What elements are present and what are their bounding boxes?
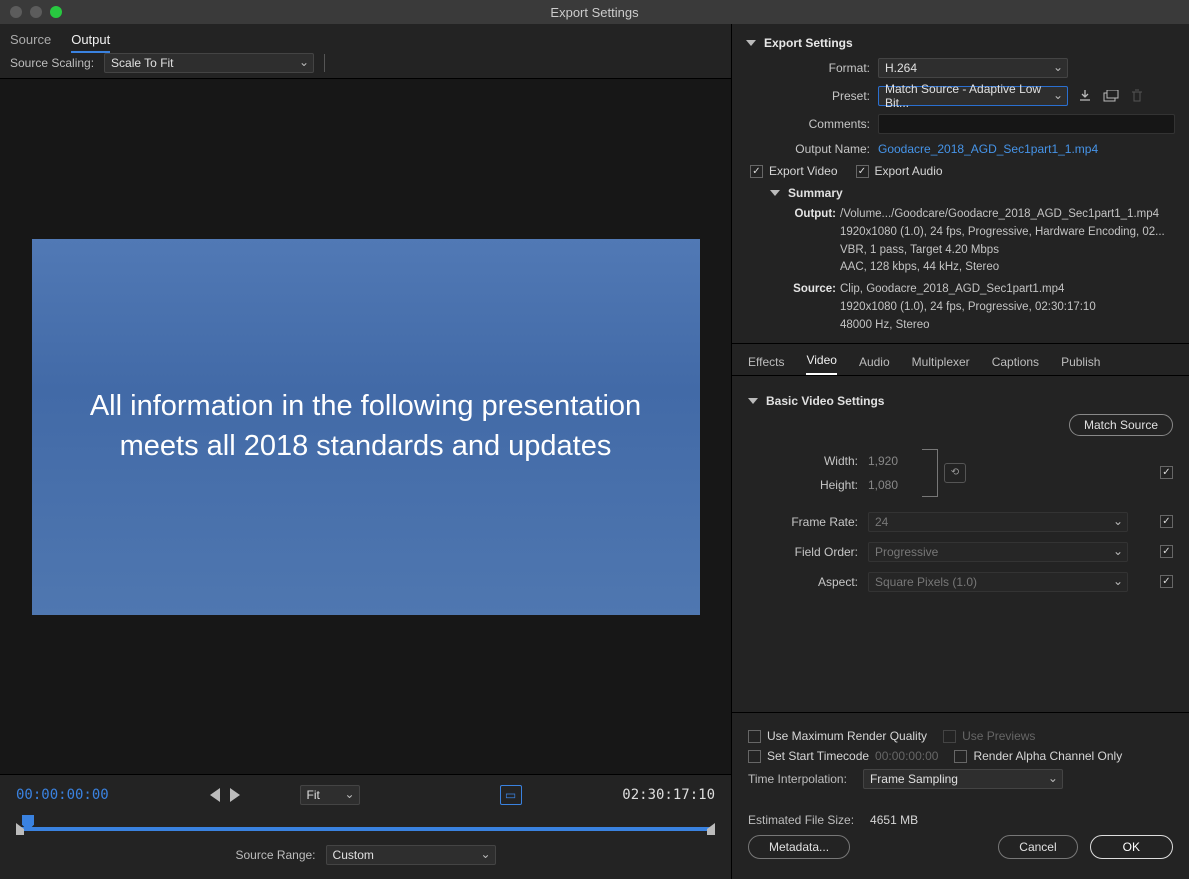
- window-title: Export Settings: [550, 5, 638, 20]
- window-controls: [0, 6, 62, 18]
- delete-preset-icon: [1128, 88, 1146, 104]
- tab-effects[interactable]: Effects: [748, 349, 784, 375]
- summary-source-line: Clip, Goodacre_2018_AGD_Sec1part1.mp4: [840, 281, 1096, 299]
- preset-select[interactable]: Match Source - Adaptive Low Bit...: [878, 86, 1068, 106]
- close-window-icon[interactable]: [10, 6, 22, 18]
- tab-multiplexer[interactable]: Multiplexer: [912, 349, 970, 375]
- use-previews-label: Use Previews: [962, 729, 1035, 743]
- metadata-button[interactable]: Metadata...: [748, 835, 850, 859]
- field-order-lock-checkbox[interactable]: [1160, 545, 1173, 558]
- cancel-button[interactable]: Cancel: [998, 835, 1077, 859]
- ok-button[interactable]: OK: [1090, 835, 1173, 859]
- chevron-down-icon[interactable]: [748, 398, 758, 404]
- set-start-timecode-checkbox[interactable]: [748, 750, 761, 763]
- timeline[interactable]: [16, 815, 715, 835]
- dimension-bracket: [922, 449, 938, 497]
- format-label: Format:: [780, 61, 870, 75]
- maximize-window-icon[interactable]: [50, 6, 62, 18]
- summary-heading: Summary: [788, 186, 843, 200]
- frame-rate-select[interactable]: 24: [868, 512, 1128, 532]
- time-interpolation-label: Time Interpolation:: [748, 772, 847, 786]
- field-order-select[interactable]: Progressive: [868, 542, 1128, 562]
- export-audio-label: Export Audio: [875, 164, 943, 178]
- comments-input[interactable]: [878, 114, 1175, 134]
- out-point-handle[interactable]: [707, 823, 715, 835]
- export-audio-checkbox[interactable]: [856, 165, 869, 178]
- preset-label: Preset:: [780, 89, 870, 103]
- summary-source-line: 1920x1080 (1.0), 24 fps, Progressive, 02…: [840, 299, 1096, 317]
- export-video-label: Export Video: [769, 164, 838, 178]
- tab-source[interactable]: Source: [10, 28, 51, 53]
- chevron-down-icon[interactable]: [746, 40, 756, 46]
- source-range-select[interactable]: Custom: [326, 845, 496, 865]
- match-source-button[interactable]: Match Source: [1069, 414, 1173, 436]
- dimensions-lock-checkbox[interactable]: [1160, 466, 1173, 479]
- titlebar: Export Settings: [0, 0, 1189, 24]
- start-timecode-value: 00:00:00:00: [875, 749, 938, 763]
- aspect-select[interactable]: Square Pixels (1.0): [868, 572, 1128, 592]
- minimize-window-icon[interactable]: [30, 6, 42, 18]
- timecode-in[interactable]: 00:00:00:00: [16, 787, 109, 803]
- source-range-label: Source Range:: [235, 848, 315, 862]
- summary-output-line: 1920x1080 (1.0), 24 fps, Progressive, Ha…: [840, 224, 1165, 242]
- save-preset-icon[interactable]: [1076, 88, 1094, 104]
- output-name-label: Output Name:: [780, 142, 870, 156]
- summary-output-line: AAC, 128 kbps, 44 kHz, Stereo: [840, 259, 1165, 277]
- preview-slide-text: All information in the following present…: [66, 387, 666, 465]
- summary-source-line: 48000 Hz, Stereo: [840, 317, 1096, 335]
- video-preview: All information in the following present…: [32, 239, 700, 615]
- tab-output[interactable]: Output: [71, 28, 110, 53]
- render-alpha-label: Render Alpha Channel Only: [973, 749, 1122, 763]
- step-forward-icon[interactable]: [230, 788, 240, 802]
- aspect-label: Aspect:: [748, 575, 858, 589]
- height-label: Height:: [748, 478, 858, 492]
- estimated-file-size-label: Estimated File Size:: [748, 813, 854, 827]
- summary-source-label: Source:: [784, 281, 836, 334]
- use-max-render-checkbox[interactable]: [748, 730, 761, 743]
- summary-output-line: VBR, 1 pass, Target 4.20 Mbps: [840, 242, 1165, 260]
- link-dimensions-icon[interactable]: ⟲: [944, 463, 966, 483]
- basic-video-settings-heading: Basic Video Settings: [766, 394, 884, 408]
- width-value[interactable]: 1,920: [868, 454, 918, 468]
- estimated-file-size-value: 4651 MB: [870, 813, 918, 827]
- step-back-icon[interactable]: [210, 788, 220, 802]
- render-alpha-checkbox[interactable]: [954, 750, 967, 763]
- comments-label: Comments:: [780, 117, 870, 131]
- preview-pane: Source Output Source Scaling: Scale To F…: [0, 24, 732, 879]
- timecode-out: 02:30:17:10: [622, 787, 715, 803]
- chevron-down-icon[interactable]: [770, 190, 780, 196]
- frame-rate-label: Frame Rate:: [748, 515, 858, 529]
- tab-audio[interactable]: Audio: [859, 349, 890, 375]
- use-previews-checkbox: [943, 730, 956, 743]
- output-name-link[interactable]: Goodacre_2018_AGD_Sec1part1_1.mp4: [878, 142, 1098, 156]
- tab-video[interactable]: Video: [806, 347, 836, 375]
- source-scaling-select[interactable]: Scale To Fit: [104, 53, 314, 73]
- tab-captions[interactable]: Captions: [992, 349, 1039, 375]
- time-interpolation-select[interactable]: Frame Sampling: [863, 769, 1063, 789]
- summary-output-label: Output:: [784, 206, 836, 277]
- field-order-label: Field Order:: [748, 545, 858, 559]
- aspect-lock-checkbox[interactable]: [1160, 575, 1173, 588]
- import-preset-icon[interactable]: [1102, 88, 1120, 104]
- width-label: Width:: [748, 454, 858, 468]
- separator: [324, 54, 325, 72]
- aspect-ratio-icon[interactable]: ▭: [500, 785, 522, 805]
- source-scaling-label: Source Scaling:: [10, 56, 94, 70]
- tab-publish[interactable]: Publish: [1061, 349, 1100, 375]
- zoom-select[interactable]: Fit: [300, 785, 360, 805]
- frame-rate-lock-checkbox[interactable]: [1160, 515, 1173, 528]
- use-max-render-label: Use Maximum Render Quality: [767, 729, 927, 743]
- height-value[interactable]: 1,080: [868, 478, 918, 492]
- format-select[interactable]: H.264: [878, 58, 1068, 78]
- export-video-checkbox[interactable]: [750, 165, 763, 178]
- set-start-timecode-label: Set Start Timecode: [767, 749, 869, 763]
- summary-output-line: /Volume.../Goodcare/Goodacre_2018_AGD_Se…: [840, 206, 1165, 224]
- export-settings-heading: Export Settings: [764, 36, 853, 50]
